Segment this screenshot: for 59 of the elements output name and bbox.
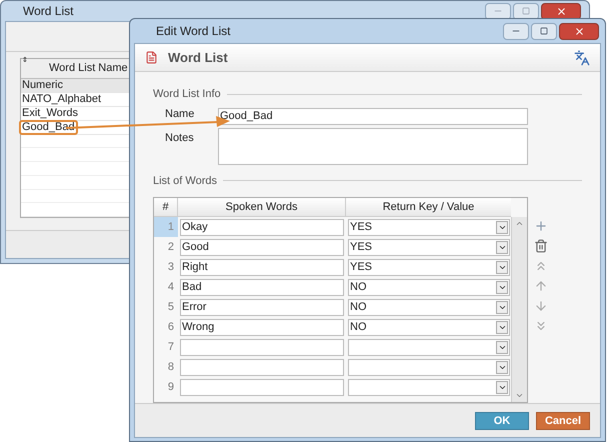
row-number: 1 xyxy=(154,217,178,237)
scroll-down-icon[interactable] xyxy=(515,391,524,400)
word-field[interactable]: Okay xyxy=(180,218,344,236)
minimize-button[interactable] xyxy=(503,22,529,40)
scrollbar[interactable] xyxy=(511,217,527,402)
row-number: 9 xyxy=(166,380,175,395)
value-dropdown[interactable]: NO xyxy=(348,318,510,336)
column-header: # xyxy=(154,198,178,216)
name-field[interactable]: Good_Bad xyxy=(218,108,528,124)
value-dropdown[interactable]: YES xyxy=(348,218,510,236)
section-title: List of Words xyxy=(153,174,217,188)
row-number: 4 xyxy=(166,280,175,295)
translate-icon[interactable] xyxy=(574,50,590,66)
close-icon xyxy=(556,6,566,16)
notes-field[interactable] xyxy=(218,128,528,164)
value-dropdown[interactable] xyxy=(348,378,510,396)
row-number: 8 xyxy=(166,360,175,375)
word-field[interactable] xyxy=(180,338,344,356)
value-dropdown[interactable]: NO xyxy=(348,298,510,316)
word-field[interactable]: Bad xyxy=(180,278,344,296)
column-header: Spoken Words xyxy=(178,198,346,216)
document-icon xyxy=(145,51,158,64)
value-dropdown[interactable]: YES xyxy=(348,238,510,256)
header-title: Word List xyxy=(168,48,228,67)
column-header: Return Key / Value xyxy=(382,200,476,215)
close-icon xyxy=(574,26,584,36)
maximize-icon xyxy=(522,7,530,15)
field-label: Name xyxy=(165,108,194,120)
window-title: Word List xyxy=(23,3,74,20)
word-field[interactable] xyxy=(180,378,344,396)
section-title: Word List Info xyxy=(153,87,221,102)
row-number: 6 xyxy=(166,320,175,335)
move-up-icon[interactable] xyxy=(534,279,548,293)
word-field[interactable]: Good xyxy=(180,238,344,256)
row-number: 7 xyxy=(166,340,175,355)
row-number: 3 xyxy=(166,260,175,275)
word-field[interactable]: Error xyxy=(180,298,344,316)
dialog-title: Edit Word List xyxy=(156,23,230,40)
maximize-button[interactable] xyxy=(531,22,557,40)
move-down-icon[interactable] xyxy=(534,299,548,313)
close-button[interactable] xyxy=(559,22,599,40)
field-label: Notes xyxy=(165,130,195,146)
column-header: Word List Name xyxy=(48,61,128,76)
word-field[interactable]: Wrong xyxy=(180,318,344,336)
row-number: 2 xyxy=(166,240,175,255)
close-button[interactable] xyxy=(541,2,581,20)
value-dropdown[interactable] xyxy=(348,338,510,356)
delete-icon[interactable] xyxy=(534,239,548,253)
word-field[interactable]: Right xyxy=(180,258,344,276)
scroll-up-icon[interactable] xyxy=(515,219,524,228)
maximize-icon xyxy=(540,27,548,35)
maximize-button[interactable] xyxy=(513,2,539,20)
value-dropdown[interactable] xyxy=(348,358,510,376)
value-dropdown[interactable]: YES xyxy=(348,258,510,276)
value-dropdown[interactable]: NO xyxy=(348,278,510,296)
minimize-button[interactable] xyxy=(485,2,511,20)
row-number: 5 xyxy=(166,300,175,315)
word-field[interactable] xyxy=(180,358,344,376)
add-icon[interactable] xyxy=(534,219,548,233)
